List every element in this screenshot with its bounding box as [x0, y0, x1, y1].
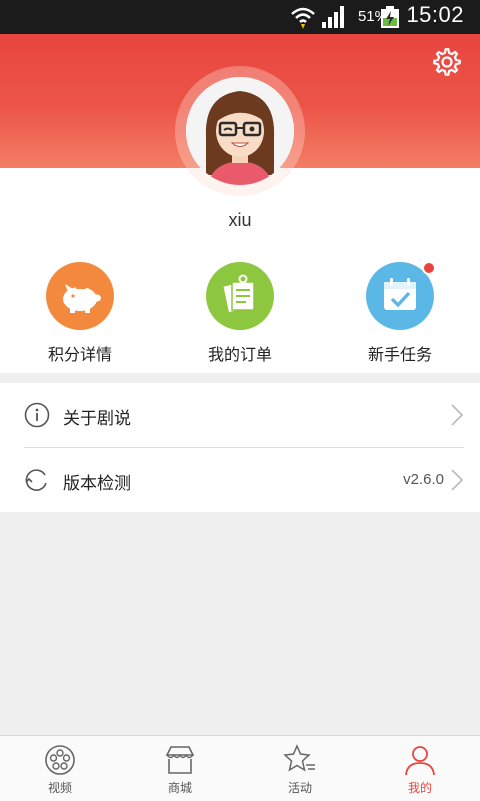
avatar[interactable]	[186, 77, 294, 185]
username: xiu	[228, 210, 252, 230]
menu-item-about[interactable]: 关于剧说	[0, 383, 480, 447]
version-value: v2.6.0	[403, 471, 444, 488]
tab-label: 活动	[287, 781, 312, 795]
shortcut-newbie-tasks[interactable]: 新手任务	[320, 261, 480, 365]
shortcut-label: 新手任务	[367, 345, 432, 364]
avatar-illustration	[186, 77, 294, 185]
film-reel-icon	[45, 745, 75, 775]
chevron-right-icon	[451, 469, 464, 491]
tab-label: 商城	[167, 781, 192, 795]
tab-mine[interactable]: 我的	[360, 736, 480, 801]
star-icon	[283, 744, 315, 772]
signal-icon	[322, 6, 344, 28]
tab-activities[interactable]: 活动	[240, 736, 360, 801]
shop-icon	[165, 746, 195, 774]
shortcut-label: 我的订单	[207, 345, 272, 364]
order-list-icon	[223, 274, 255, 313]
gear-icon[interactable]	[432, 47, 462, 77]
wifi-icon	[291, 7, 315, 29]
tab-label: 我的	[407, 781, 432, 795]
shortcut-orders[interactable]: 我的订单	[160, 262, 320, 365]
shortcut-icon-circle	[366, 261, 436, 330]
clock: 15:02	[406, 2, 464, 27]
notification-dot	[422, 261, 436, 275]
chevron-right-icon	[451, 404, 464, 426]
tab-shop[interactable]: 商城	[120, 736, 240, 801]
menu-item-version-check[interactable]: 版本检测 v2.6.0	[0, 448, 480, 512]
shortcut-label: 积分详情	[47, 345, 112, 364]
piggy-bank-icon	[63, 284, 101, 313]
refresh-icon	[25, 469, 47, 491]
status-bar: 51% 15:02	[0, 0, 480, 34]
battery-charging-icon	[381, 6, 399, 28]
tab-videos[interactable]: 视频	[0, 736, 120, 801]
menu-item-label: 关于剧说	[63, 409, 131, 429]
bottom-tab-bar: 视频 商城 活动 我的	[0, 735, 480, 801]
info-icon	[24, 402, 50, 428]
settings-list: 关于剧说 版本检测 v2.6.0	[0, 383, 480, 512]
shortcut-points[interactable]: 积分详情	[0, 262, 160, 365]
person-icon	[405, 746, 435, 776]
shortcut-icon-circle	[206, 262, 274, 330]
menu-item-label: 版本检测	[63, 474, 131, 494]
shortcut-icon-circle	[46, 262, 114, 330]
tab-label: 视频	[47, 781, 72, 795]
